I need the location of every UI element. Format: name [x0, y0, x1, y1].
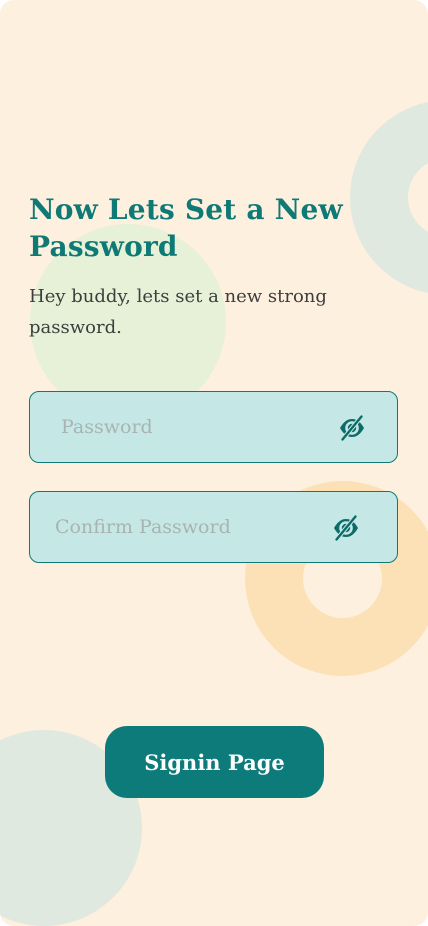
eye-slash-icon[interactable] — [332, 514, 360, 542]
eye-slash-icon[interactable] — [338, 414, 366, 442]
confirm-password-field — [29, 491, 398, 563]
page-title: Now Lets Set a New Password — [29, 193, 343, 263]
password-input[interactable] — [30, 392, 327, 462]
signin-page-button[interactable]: Signin Page — [105, 726, 324, 798]
password-field — [29, 391, 398, 463]
confirm-password-input[interactable] — [30, 492, 327, 562]
reset-password-screen: Now Lets Set a New Password Hey buddy, l… — [0, 0, 428, 926]
page-subtitle: Hey buddy, lets set a new strong passwor… — [29, 286, 327, 338]
